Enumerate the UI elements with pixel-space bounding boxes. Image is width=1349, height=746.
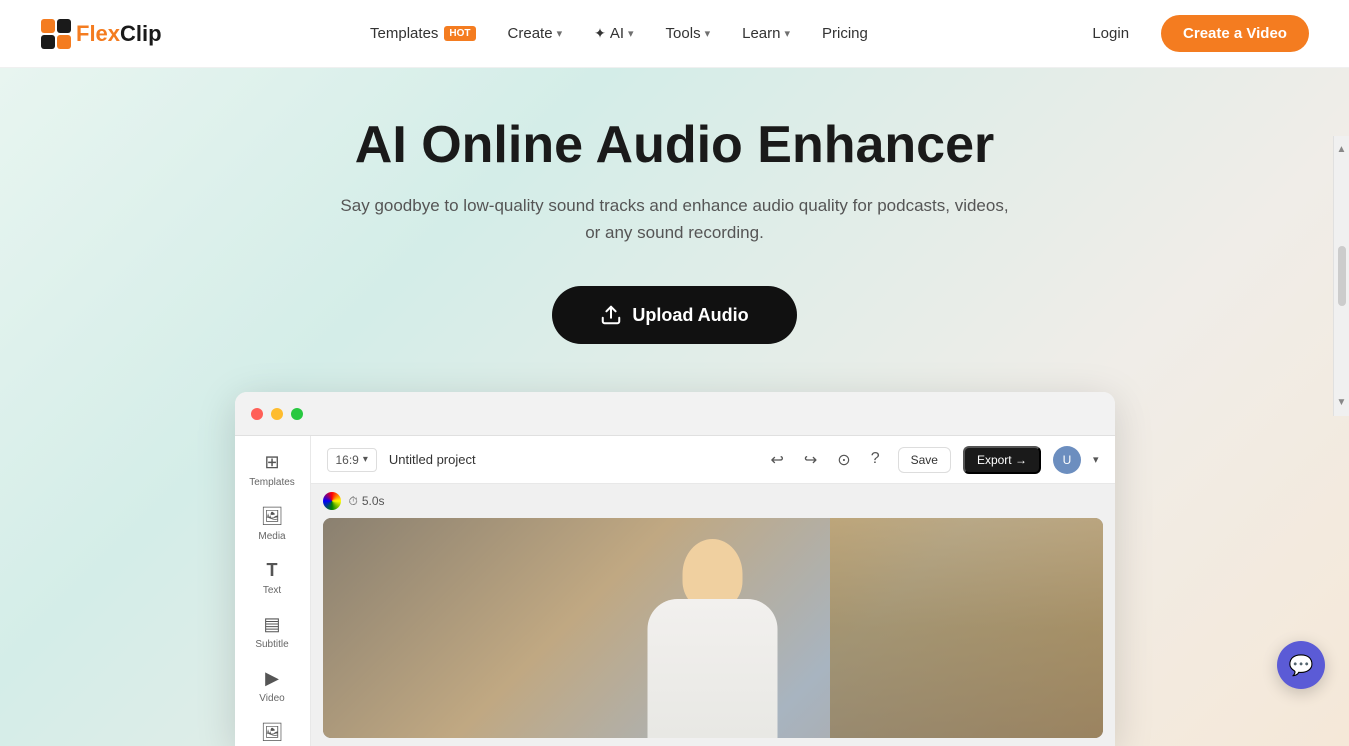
hot-badge: HOT	[444, 26, 475, 41]
project-title[interactable]: Untitled project	[389, 452, 476, 467]
app-mockup: ⊞ Templates 🖼 Media T Text ▤ Subtitle ▶	[235, 392, 1115, 746]
sidebar-item-media[interactable]: 🖼 Media	[235, 498, 310, 550]
chat-bubble-button[interactable]: 💬	[1277, 641, 1325, 689]
color-wheel-icon	[323, 492, 341, 510]
crop-button[interactable]: ⊙	[831, 446, 856, 474]
canvas-duration: ⏱ 5.0s	[349, 494, 385, 509]
nav-right: Login Create a Video	[1076, 15, 1309, 52]
window-close-dot	[251, 408, 263, 420]
aspect-ratio-selector[interactable]: 16:9 ▾	[327, 448, 377, 472]
nav-item-pricing[interactable]: Pricing	[810, 17, 880, 50]
nav-item-learn[interactable]: Learn ▾	[730, 17, 802, 50]
mockup-main: 16:9 ▾ Untitled project ↩ ↪ ⊙ ? Save Exp…	[311, 436, 1115, 746]
subtitle-icon: ▤	[263, 614, 280, 635]
redo-button[interactable]: ↪	[798, 446, 823, 474]
image-icon: 🖼	[261, 722, 284, 743]
nav-links: Templates HOT Create ▾ ✦ AI ▾ Tools ▾ Le…	[358, 17, 880, 50]
hero-subtitle: Say goodbye to low-quality sound tracks …	[335, 192, 1015, 246]
clock-icon: ⏱	[349, 494, 358, 509]
logo-clip-text: Clip	[120, 21, 162, 46]
chevron-down-icon: ▾	[1093, 453, 1099, 466]
navbar: FlexClip Templates HOT Create ▾ ✦ AI ▾ T…	[0, 0, 1349, 68]
undo-redo-group: ↩ ↪ ⊙ ?	[764, 446, 885, 474]
nav-item-templates[interactable]: Templates HOT	[358, 17, 487, 50]
chevron-down-icon: ▾	[363, 454, 368, 465]
nav-item-create[interactable]: Create ▾	[496, 17, 575, 50]
window-minimize-dot	[271, 408, 283, 420]
window-maximize-dot	[291, 408, 303, 420]
canvas-area: ⏱ 5.0s	[311, 484, 1115, 746]
chevron-down-icon: ▾	[705, 27, 711, 40]
user-avatar[interactable]: U	[1053, 446, 1081, 474]
scrollbar[interactable]: ▲ ▼	[1333, 136, 1349, 416]
canvas-preview	[323, 518, 1103, 738]
sidebar-item-templates[interactable]: ⊞ Templates	[235, 444, 310, 496]
scroll-up-arrow[interactable]: ▲	[1337, 144, 1347, 155]
canvas-meta: ⏱ 5.0s	[323, 492, 1103, 510]
logo[interactable]: FlexClip	[40, 18, 162, 50]
chat-icon: 💬	[1289, 653, 1314, 678]
sidebar-item-subtitle[interactable]: ▤ Subtitle	[235, 606, 310, 658]
scroll-thumb[interactable]	[1338, 246, 1346, 306]
upload-audio-button[interactable]: Upload Audio	[552, 286, 796, 344]
help-button[interactable]: ?	[865, 446, 886, 474]
mockup-toolbar: 16:9 ▾ Untitled project ↩ ↪ ⊙ ? Save Exp…	[311, 436, 1115, 484]
chevron-down-icon: ▾	[628, 27, 634, 40]
sidebar-item-video[interactable]: ▶ Video	[235, 660, 310, 712]
text-icon: T	[267, 560, 278, 581]
create-video-button[interactable]: Create a Video	[1161, 15, 1309, 52]
mockup-body: ⊞ Templates 🖼 Media T Text ▤ Subtitle ▶	[235, 436, 1115, 746]
sidebar-item-text[interactable]: T Text	[235, 552, 310, 604]
hero-title: AI Online Audio Enhancer	[355, 116, 994, 176]
undo-button[interactable]: ↩	[764, 446, 789, 474]
login-button[interactable]: Login	[1076, 17, 1145, 50]
nav-item-ai[interactable]: ✦ AI ▾	[582, 17, 645, 50]
mockup-titlebar	[235, 392, 1115, 436]
chevron-down-icon: ▾	[557, 27, 563, 40]
sidebar-item-image[interactable]: 🖼 Image	[235, 714, 310, 746]
save-button[interactable]: Save	[898, 447, 951, 473]
upload-icon	[600, 304, 622, 326]
scroll-down-arrow[interactable]: ▼	[1337, 397, 1347, 408]
nav-item-tools[interactable]: Tools ▾	[654, 17, 723, 50]
export-button[interactable]: Export →	[963, 446, 1041, 474]
hero-section: AI Online Audio Enhancer Say goodbye to …	[0, 68, 1349, 746]
ai-sparkle-icon: ✦	[594, 25, 606, 42]
logo-flex-text: Flex	[76, 21, 120, 46]
chevron-down-icon: ▾	[784, 27, 790, 40]
templates-icon: ⊞	[264, 452, 279, 473]
video-icon: ▶	[265, 668, 279, 689]
logo-icon	[40, 18, 72, 50]
media-icon: 🖼	[261, 506, 284, 527]
mockup-sidebar: ⊞ Templates 🖼 Media T Text ▤ Subtitle ▶	[235, 436, 311, 746]
